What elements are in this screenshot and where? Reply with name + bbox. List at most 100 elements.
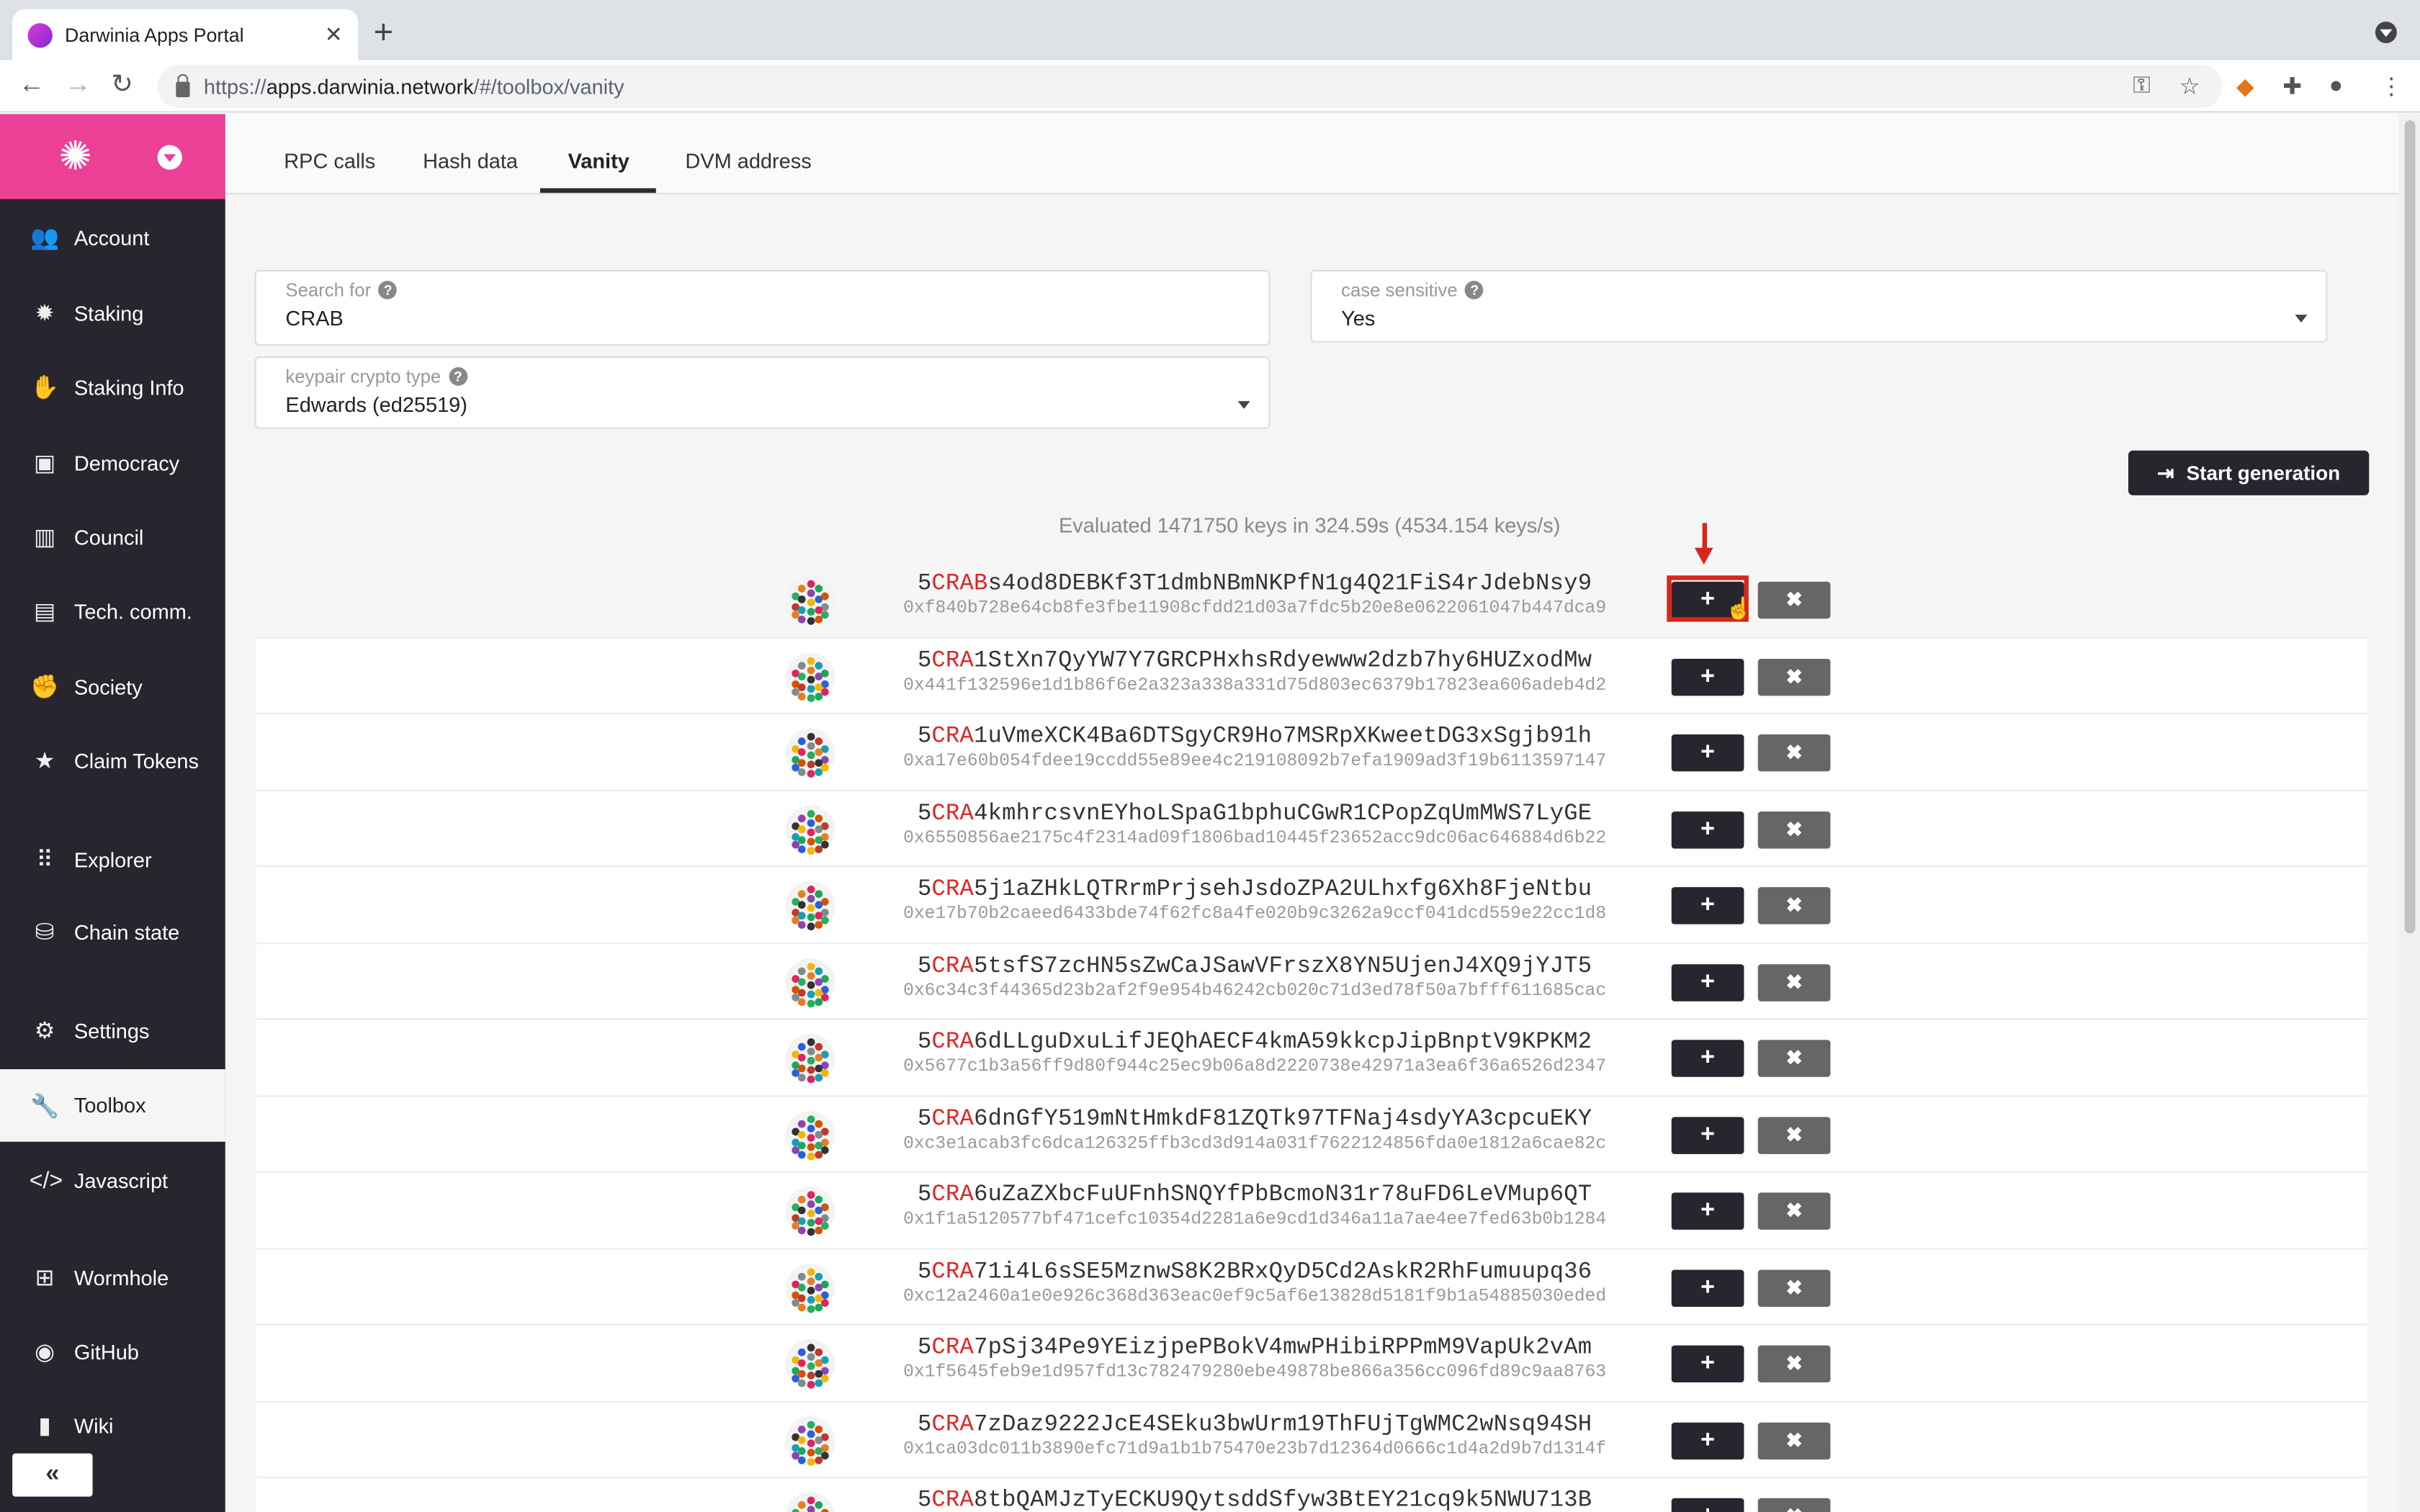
scrollbar-thumb[interactable]: [2404, 120, 2416, 934]
add-account-button[interactable]: +: [1671, 1040, 1744, 1077]
sidebar-item-claim-tokens[interactable]: ★ Claim Tokens: [0, 725, 225, 796]
help-icon[interactable]: ?: [448, 366, 467, 386]
keypair-type-select[interactable]: keypair crypto type? Edwards (ed25519): [254, 356, 1270, 429]
add-account-button[interactable]: +: [1671, 1498, 1744, 1512]
chevron-down-icon: [2295, 315, 2308, 323]
identicon-avatar[interactable]: [785, 957, 835, 1007]
tab-search-icon[interactable]: [2375, 22, 2397, 43]
remove-result-button[interactable]: ✖: [1757, 1269, 1831, 1306]
sidebar-item-staking-info[interactable]: ✋ Staking Info: [0, 352, 225, 423]
identicon-avatar[interactable]: [785, 728, 835, 778]
sidebar-item-democracy[interactable]: ▣ Democracy: [0, 428, 225, 499]
add-account-button[interactable]: +: [1671, 887, 1744, 924]
address-bar[interactable]: https://apps.darwinia.network/#/toolbox/…: [157, 65, 2223, 108]
sidebar-item-javascript[interactable]: </> Javascript: [0, 1145, 225, 1216]
remove-result-button[interactable]: ✖: [1757, 734, 1831, 772]
identicon-avatar[interactable]: [785, 1110, 835, 1160]
add-account-button[interactable]: +: [1671, 1192, 1744, 1230]
identicon-avatar[interactable]: [785, 575, 835, 625]
sidebar-item-explorer[interactable]: ⠿ Explorer: [0, 824, 225, 895]
chain-selector-dropdown-icon[interactable]: [157, 144, 182, 169]
address-text: 5CRA7pSj34Pe9YEizjpePBokV4mwPHibiRPPmM9V…: [918, 1334, 1592, 1361]
sidebar-item-account[interactable]: 👥 Account: [0, 202, 225, 274]
page-scrollbar[interactable]: [2398, 114, 2420, 1512]
add-account-button[interactable]: +: [1671, 1116, 1744, 1153]
database-icon: ⛁: [35, 919, 55, 946]
address-block: 5CRABs4od8DEBKf3T1dmbNBmNKPfN1g4Q21FiS4r…: [855, 571, 1654, 618]
remove-result-button[interactable]: ✖: [1757, 1116, 1831, 1153]
address-hex: 0xc12a2460a1e0e926c368d363eac0ef9c5af6e1…: [903, 1286, 1607, 1306]
search-for-field[interactable]: Search for? CRAB: [254, 270, 1270, 346]
crab-logo-icon[interactable]: ✺: [58, 132, 92, 180]
identicon-avatar[interactable]: [785, 1033, 835, 1084]
tab-hash-data[interactable]: Hash data: [423, 150, 518, 173]
sidebar-item-wiki[interactable]: ▮ Wiki: [0, 1390, 225, 1462]
identicon-avatar[interactable]: [785, 1339, 835, 1389]
add-account-button[interactable]: +: [1671, 1269, 1744, 1306]
add-account-button[interactable]: +: [1671, 734, 1744, 772]
sidebar-item-settings[interactable]: ⚙ Settings: [0, 995, 225, 1066]
address-text: 5CRA8tbQAMJzTyECKU9QytsddSfyw3BtEY21cq9k…: [855, 1488, 1654, 1512]
sidebar-item-council[interactable]: ▥ Council: [0, 501, 225, 572]
remove-result-button[interactable]: ✖: [1757, 657, 1831, 696]
logo-area: ✺: [0, 114, 225, 199]
remove-result-button[interactable]: ✖: [1757, 1192, 1831, 1230]
sidebar-item-github[interactable]: ◉ GitHub: [0, 1316, 225, 1387]
tab-dvm-address[interactable]: DVM address: [685, 150, 811, 173]
remove-result-button[interactable]: ✖: [1757, 1345, 1831, 1382]
profile-avatar-icon[interactable]: ●: [2329, 73, 2343, 99]
metamask-fox-icon[interactable]: ◆: [2236, 73, 2254, 100]
remove-result-button[interactable]: ✖: [1757, 887, 1831, 924]
browser-menu-icon[interactable]: ⋮: [2380, 73, 2403, 100]
sidebar-item-society[interactable]: ✊ Society: [0, 651, 225, 722]
identicon-avatar[interactable]: [785, 804, 835, 855]
add-account-button[interactable]: +: [1671, 1345, 1744, 1382]
matched-prefix: CRA: [931, 1258, 974, 1284]
sidebar-item-tech-comm[interactable]: ▤ Tech. comm.: [0, 575, 225, 647]
back-icon[interactable]: ←: [19, 69, 45, 100]
new-tab-icon[interactable]: +: [374, 13, 394, 50]
bookmark-star-icon[interactable]: ☆: [2179, 73, 2200, 100]
remove-result-button[interactable]: ✖: [1757, 963, 1831, 1001]
tab-rpc-calls[interactable]: RPC calls: [284, 150, 375, 173]
help-icon[interactable]: ?: [1465, 281, 1484, 300]
case-sensitive-select[interactable]: case sensitive? Yes: [1310, 270, 2328, 343]
add-account-button[interactable]: +: [1671, 963, 1744, 1001]
remove-result-button[interactable]: ✖: [1757, 1421, 1831, 1459]
search-for-input[interactable]: CRAB: [285, 307, 1239, 330]
lock-icon: [176, 73, 190, 96]
sidebar-item-chain-state[interactable]: ⛁ Chain state: [0, 896, 225, 968]
collapse-sidebar-button[interactable]: «: [12, 1453, 93, 1497]
sidebar-item-toolbox[interactable]: 🔧 Toolbox: [0, 1069, 225, 1142]
identicon-avatar[interactable]: [785, 1416, 835, 1465]
forward-icon[interactable]: →: [65, 69, 91, 100]
case-sensitive-value: Yes: [1341, 307, 1376, 330]
identicon-avatar[interactable]: [785, 652, 835, 701]
address-hex: 0x1ca03dc011b3890efc71d9a1b1b75470e23b7d…: [903, 1439, 1607, 1459]
browser-tab[interactable]: Darwinia Apps Portal ✕: [12, 9, 359, 60]
remove-result-button[interactable]: ✖: [1757, 1040, 1831, 1077]
remove-result-button[interactable]: ✖: [1757, 1498, 1831, 1512]
identicon-avatar[interactable]: [785, 881, 835, 931]
remove-result-button[interactable]: ✖: [1757, 581, 1831, 619]
close-tab-icon[interactable]: ✕: [325, 22, 343, 48]
add-account-button[interactable]: +: [1671, 811, 1744, 848]
add-account-button[interactable]: +: [1671, 1421, 1744, 1459]
remove-result-button[interactable]: ✖: [1757, 811, 1831, 848]
sidebar-item-staking[interactable]: ✹ Staking: [0, 278, 225, 349]
start-generation-button[interactable]: ⇥ Start generation: [2128, 450, 2370, 495]
extensions-puzzle-icon[interactable]: ✚: [2282, 73, 2302, 100]
identicon-avatar[interactable]: [785, 1186, 835, 1236]
key-icon[interactable]: ⚿: [2133, 73, 2150, 99]
sidebar-item-wormhole[interactable]: ⊞ Wormhole: [0, 1242, 225, 1313]
tab-vanity[interactable]: Vanity: [568, 150, 629, 173]
active-tab-indicator: [540, 188, 656, 193]
address-block: 5CRA6dnGfY519mNtHmkdF81ZQTk97TFNaj4sdyYA…: [855, 1105, 1654, 1153]
sign-in-icon: ⇥: [2157, 460, 2174, 484]
identicon-avatar[interactable]: [785, 1492, 835, 1512]
identicon-avatar[interactable]: [785, 1262, 835, 1313]
help-icon[interactable]: ?: [378, 281, 398, 300]
add-account-button[interactable]: +: [1671, 657, 1744, 696]
reload-icon[interactable]: ↻: [111, 69, 133, 100]
vanity-results-list: 5CRABs4od8DEBKf3T1dmbNBmNKPfN1g4Q21FiS4r…: [256, 523, 2368, 1512]
